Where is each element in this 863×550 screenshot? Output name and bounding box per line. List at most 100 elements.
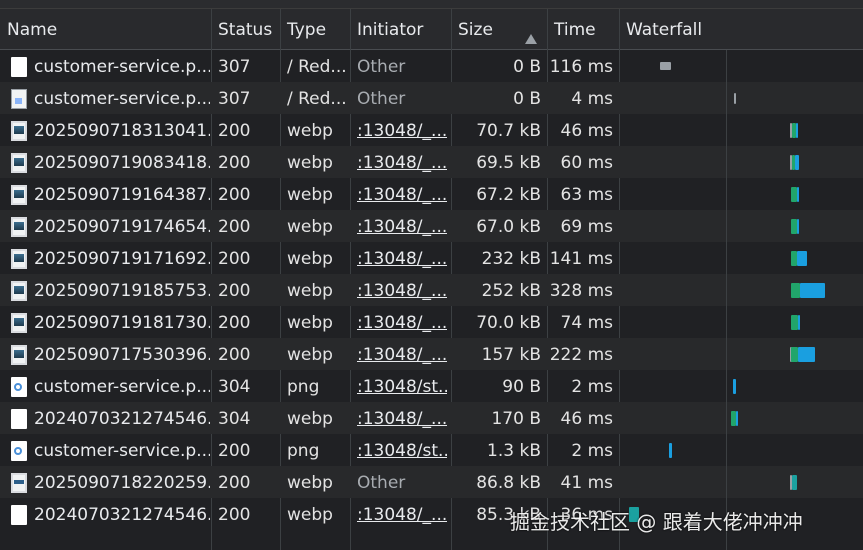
row-time: 328 ms: [549, 281, 613, 301]
column-header-status[interactable]: Status: [211, 9, 280, 49]
image-file-icon: [11, 153, 27, 173]
row-time: 60 ms: [560, 153, 613, 173]
row-status: 200: [218, 249, 251, 269]
waterfall-bar-download[interactable]: [794, 154, 800, 170]
image-file-icon: [11, 313, 27, 333]
row-initiator[interactable]: :13048/_...: [357, 242, 447, 274]
waterfall-chart: [621, 50, 863, 550]
waterfall-bar-waiting[interactable]: [790, 282, 801, 298]
row-type: / Red...: [287, 57, 347, 77]
row-size: 67.0 kB: [476, 217, 541, 237]
waterfall-bar-download[interactable]: [668, 442, 673, 458]
waterfall-bar-download[interactable]: [800, 282, 825, 298]
row-initiator[interactable]: :13048/_...: [357, 498, 447, 530]
sort-ascending-icon[interactable]: [525, 34, 537, 44]
row-initiator[interactable]: :13048/st...: [357, 370, 447, 402]
row-initiator: Other: [357, 89, 406, 109]
row-status: 304: [218, 409, 251, 429]
waterfall-bar-download[interactable]: [735, 410, 738, 426]
row-initiator[interactable]: :13048/_...: [357, 402, 447, 434]
row-name[interactable]: 2025090718313041...: [34, 114, 210, 146]
column-header-initiator[interactable]: Initiator: [350, 9, 451, 49]
document-icon: [11, 505, 27, 525]
row-name[interactable]: 2025090719181730...: [34, 306, 210, 338]
row-type: png: [287, 377, 320, 397]
row-time: 41 ms: [560, 473, 613, 493]
waterfall-bar-link_teal[interactable]: [791, 474, 797, 490]
broken-image-icon: [11, 89, 27, 109]
row-name[interactable]: customer-service.p...: [34, 50, 210, 82]
row-time: 46 ms: [560, 409, 613, 429]
row-name[interactable]: customer-service.p...: [34, 434, 210, 466]
waterfall-bar-download[interactable]: [796, 250, 808, 266]
row-initiator: Other: [357, 57, 406, 77]
waterfall-bar-download[interactable]: [796, 218, 799, 234]
row-size: 90 B: [502, 377, 541, 397]
waterfall-bar-download[interactable]: [795, 122, 798, 138]
row-initiator[interactable]: :13048/_...: [357, 338, 447, 370]
row-type: png: [287, 441, 320, 461]
row-time: 222 ms: [549, 345, 613, 365]
column-header-time[interactable]: Time: [547, 9, 619, 49]
image-file-icon: [11, 345, 27, 365]
row-time: 63 ms: [560, 185, 613, 205]
waterfall-gridline: [726, 50, 727, 550]
row-status: 307: [218, 89, 251, 109]
waterfall-bar-waiting[interactable]: [790, 314, 798, 330]
row-status: 307: [218, 57, 251, 77]
column-header-name[interactable]: Name: [0, 9, 211, 49]
row-initiator[interactable]: :13048/_...: [357, 146, 447, 178]
row-name[interactable]: customer-service.p...: [34, 82, 210, 114]
row-type: webp: [287, 345, 333, 365]
row-status: 304: [218, 377, 251, 397]
row-name[interactable]: 2024070321274546...: [34, 498, 210, 530]
waterfall-bar-download[interactable]: [796, 186, 799, 202]
row-initiator[interactable]: :13048/_...: [357, 178, 447, 210]
waterfall-bar-queue[interactable]: [734, 92, 736, 104]
row-time: 2 ms: [571, 377, 613, 397]
row-initiator[interactable]: :13048/_...: [357, 274, 447, 306]
row-size: 1.3 kB: [487, 441, 541, 461]
row-name[interactable]: 2024070321274546...: [34, 402, 210, 434]
row-name[interactable]: 2025090719083418...: [34, 146, 210, 178]
image-file-icon: [11, 249, 27, 269]
row-type: webp: [287, 185, 333, 205]
row-size: 252 kB: [481, 281, 541, 301]
waterfall-bar-download[interactable]: [733, 378, 736, 394]
png-icon: [11, 441, 27, 461]
row-size: 232 kB: [481, 249, 541, 269]
row-name[interactable]: 2025090719164387...: [34, 178, 210, 210]
row-name[interactable]: 2025090719185753...: [34, 274, 210, 306]
row-name[interactable]: 2025090719171692...: [34, 242, 210, 274]
row-name[interactable]: customer-service.p...: [34, 370, 210, 402]
row-initiator[interactable]: :13048/_...: [357, 114, 447, 146]
row-size: 70.7 kB: [476, 121, 541, 141]
image-file-icon: [11, 281, 27, 301]
row-type: / Red...: [287, 89, 347, 109]
row-initiator[interactable]: :13048/_...: [357, 306, 447, 338]
banner-image-icon: [11, 473, 27, 493]
row-name[interactable]: 2025090719174654...: [34, 210, 210, 242]
waterfall-bar-download[interactable]: [797, 314, 800, 330]
top-toolbar-strip: [0, 0, 863, 9]
row-initiator[interactable]: :13048/st...: [357, 434, 447, 466]
row-status: 200: [218, 185, 251, 205]
row-time: 69 ms: [560, 217, 613, 237]
row-time: 2 ms: [571, 441, 613, 461]
row-size: 0 B: [513, 57, 541, 77]
row-type: webp: [287, 249, 333, 269]
column-header-type[interactable]: Type: [280, 9, 350, 49]
row-name[interactable]: 2025090717530396...: [34, 338, 210, 370]
waterfall-bar-waiting[interactable]: [790, 346, 798, 362]
row-time: 116 ms: [549, 57, 613, 77]
waterfall-bar-download[interactable]: [797, 346, 816, 362]
row-time: 141 ms: [549, 249, 613, 269]
waterfall-bar-queue[interactable]: [660, 62, 671, 70]
column-header-waterfall[interactable]: Waterfall: [619, 9, 863, 49]
row-initiator[interactable]: :13048/_...: [357, 210, 447, 242]
row-type: webp: [287, 217, 333, 237]
row-status: 200: [218, 313, 251, 333]
row-size: 67.2 kB: [476, 185, 541, 205]
row-status: 200: [218, 441, 251, 461]
row-name[interactable]: 2025090718220259...: [34, 466, 210, 498]
